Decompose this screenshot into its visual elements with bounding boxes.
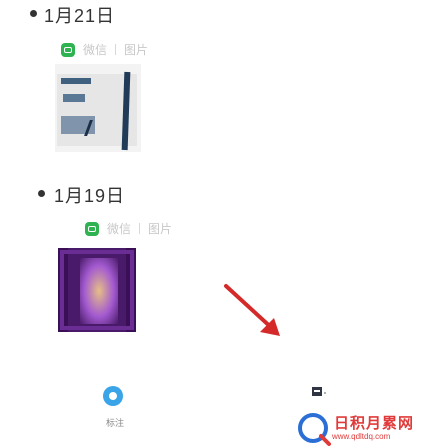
wechat-icon: [61, 42, 75, 57]
entry-source: 微信: [83, 43, 108, 57]
marker-shape: [63, 94, 85, 102]
frame-border: [60, 250, 134, 330]
more-icon-box: [312, 387, 322, 396]
annotate-button-label[interactable]: 标注: [106, 416, 124, 429]
entry-tag: 图片: [148, 222, 173, 236]
watermark-url: www.qdltdq.com: [332, 432, 391, 441]
entry-date: 1月19日: [54, 186, 126, 206]
timeline-dot: [30, 10, 37, 17]
more-icon[interactable]: [312, 387, 326, 396]
entry-tag: 图片: [124, 43, 149, 57]
watermark-logo-icon: [298, 413, 331, 446]
image-thumbnail[interactable]: [58, 248, 136, 332]
ink-mark: [84, 120, 121, 136]
annotate-button-icon[interactable]: [103, 386, 123, 406]
arrow-icon: [224, 284, 280, 336]
watermark-title: 日积月累网: [334, 415, 415, 432]
wechat-icon: [85, 221, 99, 236]
entry-source: 微信: [107, 222, 132, 236]
entry-date: 1月21日: [44, 6, 116, 26]
entry-meta: 微信 图片: [61, 41, 148, 58]
entry-meta: 微信 图片: [85, 220, 172, 237]
marker-shape: [61, 78, 91, 84]
timeline-dot: [38, 190, 45, 197]
divider: [139, 223, 141, 234]
image-thumbnail[interactable]: [55, 64, 141, 152]
divider: [115, 44, 117, 55]
more-icon-dot: [324, 392, 326, 394]
